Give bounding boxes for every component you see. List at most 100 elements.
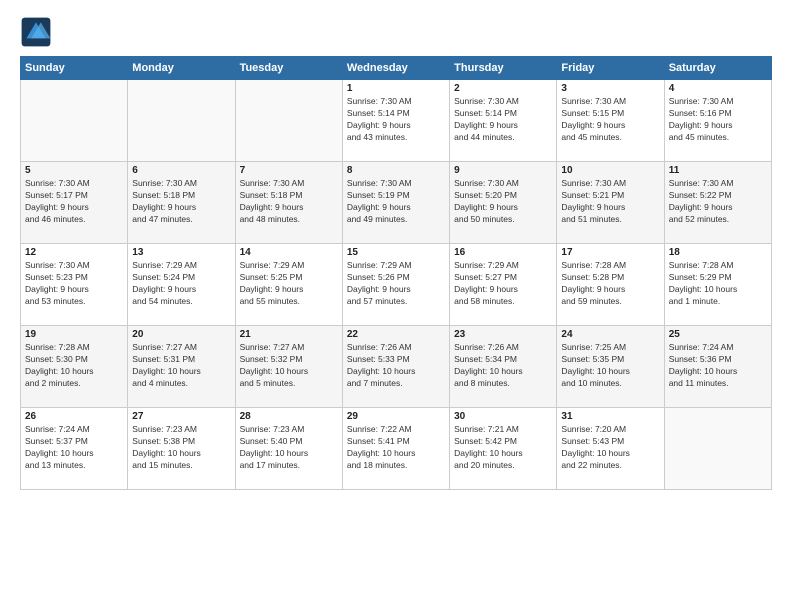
- day-info: Sunrise: 7:30 AM Sunset: 5:14 PM Dayligh…: [454, 96, 552, 144]
- calendar-cell: 16 Sunrise: 7:29 AM Sunset: 5:27 PM Dayli…: [450, 244, 557, 326]
- day-info: Sunrise: 7:23 AM Sunset: 5:40 PM Dayligh…: [240, 424, 338, 472]
- day-number: 31: [561, 411, 659, 422]
- day-number: 20: [132, 329, 230, 340]
- day-info: Sunrise: 7:29 AM Sunset: 5:24 PM Dayligh…: [132, 260, 230, 308]
- calendar-header-tuesday: Tuesday: [235, 57, 342, 80]
- day-number: 9: [454, 165, 552, 176]
- day-info: Sunrise: 7:28 AM Sunset: 5:29 PM Dayligh…: [669, 260, 767, 308]
- calendar-cell: [664, 408, 771, 490]
- day-number: 6: [132, 165, 230, 176]
- day-info: Sunrise: 7:30 AM Sunset: 5:17 PM Dayligh…: [25, 178, 123, 226]
- day-number: 25: [669, 329, 767, 340]
- calendar-cell: 28 Sunrise: 7:23 AM Sunset: 5:40 PM Dayli…: [235, 408, 342, 490]
- calendar-cell: 31 Sunrise: 7:20 AM Sunset: 5:43 PM Dayli…: [557, 408, 664, 490]
- calendar-cell: 27Sunrise: 7:23 AM Sunset: 5:38 PM Dayli…: [128, 408, 235, 490]
- calendar-cell: 6 Sunrise: 7:30 AM Sunset: 5:18 PM Daylig…: [128, 162, 235, 244]
- day-number: 22: [347, 329, 445, 340]
- day-number: 18: [669, 247, 767, 258]
- day-number: 26: [25, 411, 123, 422]
- day-number: 16: [454, 247, 552, 258]
- day-info: Sunrise: 7:27 AM Sunset: 5:31 PM Dayligh…: [132, 342, 230, 390]
- calendar-header-sunday: Sunday: [21, 57, 128, 80]
- calendar-cell: 20 Sunrise: 7:27 AM Sunset: 5:31 PM Dayli…: [128, 326, 235, 408]
- calendar-cell: 18 Sunrise: 7:28 AM Sunset: 5:29 PM Dayli…: [664, 244, 771, 326]
- day-info: Sunrise: 7:30 AM Sunset: 5:22 PM Dayligh…: [669, 178, 767, 226]
- day-info: Sunrise: 7:30 AM Sunset: 5:21 PM Dayligh…: [561, 178, 659, 226]
- day-info: Sunrise: 7:24 AM Sunset: 5:36 PM Dayligh…: [669, 342, 767, 390]
- day-info: Sunrise: 7:26 AM Sunset: 5:34 PM Dayligh…: [454, 342, 552, 390]
- day-info: Sunrise: 7:29 AM Sunset: 5:26 PM Dayligh…: [347, 260, 445, 308]
- page: SundayMondayTuesdayWednesdayThursdayFrid…: [0, 0, 792, 612]
- calendar-header-monday: Monday: [128, 57, 235, 80]
- day-info: Sunrise: 7:24 AM Sunset: 5:37 PM Dayligh…: [25, 424, 123, 472]
- day-info: Sunrise: 7:30 AM Sunset: 5:14 PM Dayligh…: [347, 96, 445, 144]
- day-number: 13: [132, 247, 230, 258]
- calendar-cell: 4Sunrise: 7:30 AM Sunset: 5:16 PM Daylig…: [664, 80, 771, 162]
- calendar-week-4: 19 Sunrise: 7:28 AM Sunset: 5:30 PM Dayli…: [21, 326, 772, 408]
- calendar-cell: 29 Sunrise: 7:22 AM Sunset: 5:41 PM Dayli…: [342, 408, 449, 490]
- day-number: 15: [347, 247, 445, 258]
- calendar-cell: 1 Sunrise: 7:30 AM Sunset: 5:14 PM Daylig…: [342, 80, 449, 162]
- day-info: Sunrise: 7:29 AM Sunset: 5:27 PM Dayligh…: [454, 260, 552, 308]
- day-info: Sunrise: 7:28 AM Sunset: 5:28 PM Dayligh…: [561, 260, 659, 308]
- day-number: 1: [347, 83, 445, 94]
- header: [20, 16, 772, 48]
- calendar-cell: 22Sunrise: 7:26 AM Sunset: 5:33 PM Dayli…: [342, 326, 449, 408]
- day-number: 28: [240, 411, 338, 422]
- day-number: 21: [240, 329, 338, 340]
- calendar-table: SundayMondayTuesdayWednesdayThursdayFrid…: [20, 56, 772, 490]
- calendar-cell: [21, 80, 128, 162]
- calendar-header-saturday: Saturday: [664, 57, 771, 80]
- day-info: Sunrise: 7:30 AM Sunset: 5:23 PM Dayligh…: [25, 260, 123, 308]
- day-number: 12: [25, 247, 123, 258]
- day-number: 2: [454, 83, 552, 94]
- day-number: 8: [347, 165, 445, 176]
- day-number: 17: [561, 247, 659, 258]
- calendar-cell: [128, 80, 235, 162]
- day-info: Sunrise: 7:30 AM Sunset: 5:18 PM Dayligh…: [132, 178, 230, 226]
- calendar-cell: [235, 80, 342, 162]
- calendar-cell: 13 Sunrise: 7:29 AM Sunset: 5:24 PM Dayli…: [128, 244, 235, 326]
- calendar-cell: 14 Sunrise: 7:29 AM Sunset: 5:25 PM Dayli…: [235, 244, 342, 326]
- calendar-cell: 23 Sunrise: 7:26 AM Sunset: 5:34 PM Dayli…: [450, 326, 557, 408]
- day-number: 11: [669, 165, 767, 176]
- calendar-cell: 21 Sunrise: 7:27 AM Sunset: 5:32 PM Dayli…: [235, 326, 342, 408]
- calendar-cell: 7 Sunrise: 7:30 AM Sunset: 5:18 PM Daylig…: [235, 162, 342, 244]
- calendar-cell: 3Sunrise: 7:30 AM Sunset: 5:15 PM Daylig…: [557, 80, 664, 162]
- calendar-cell: 24 Sunrise: 7:25 AM Sunset: 5:35 PM Dayli…: [557, 326, 664, 408]
- calendar-cell: 15 Sunrise: 7:29 AM Sunset: 5:26 PM Dayli…: [342, 244, 449, 326]
- day-info: Sunrise: 7:28 AM Sunset: 5:30 PM Dayligh…: [25, 342, 123, 390]
- day-info: Sunrise: 7:30 AM Sunset: 5:16 PM Dayligh…: [669, 96, 767, 144]
- calendar-cell: 26 Sunrise: 7:24 AM Sunset: 5:37 PM Dayli…: [21, 408, 128, 490]
- calendar-cell: 17 Sunrise: 7:28 AM Sunset: 5:28 PM Dayli…: [557, 244, 664, 326]
- day-number: 14: [240, 247, 338, 258]
- day-number: 7: [240, 165, 338, 176]
- day-info: Sunrise: 7:25 AM Sunset: 5:35 PM Dayligh…: [561, 342, 659, 390]
- calendar-header-friday: Friday: [557, 57, 664, 80]
- day-info: Sunrise: 7:22 AM Sunset: 5:41 PM Dayligh…: [347, 424, 445, 472]
- day-number: 29: [347, 411, 445, 422]
- day-number: 27: [132, 411, 230, 422]
- calendar-cell: 8 Sunrise: 7:30 AM Sunset: 5:19 PM Daylig…: [342, 162, 449, 244]
- calendar-header-row: SundayMondayTuesdayWednesdayThursdayFrid…: [21, 57, 772, 80]
- calendar-cell: 10 Sunrise: 7:30 AM Sunset: 5:21 PM Dayli…: [557, 162, 664, 244]
- day-number: 5: [25, 165, 123, 176]
- day-info: Sunrise: 7:30 AM Sunset: 5:19 PM Dayligh…: [347, 178, 445, 226]
- day-info: Sunrise: 7:27 AM Sunset: 5:32 PM Dayligh…: [240, 342, 338, 390]
- day-info: Sunrise: 7:20 AM Sunset: 5:43 PM Dayligh…: [561, 424, 659, 472]
- calendar-week-2: 5 Sunrise: 7:30 AM Sunset: 5:17 PM Daylig…: [21, 162, 772, 244]
- calendar-week-5: 26 Sunrise: 7:24 AM Sunset: 5:37 PM Dayli…: [21, 408, 772, 490]
- calendar-cell: 11 Sunrise: 7:30 AM Sunset: 5:22 PM Dayli…: [664, 162, 771, 244]
- day-info: Sunrise: 7:29 AM Sunset: 5:25 PM Dayligh…: [240, 260, 338, 308]
- day-info: Sunrise: 7:21 AM Sunset: 5:42 PM Dayligh…: [454, 424, 552, 472]
- calendar-cell: 2 Sunrise: 7:30 AM Sunset: 5:14 PM Daylig…: [450, 80, 557, 162]
- day-number: 10: [561, 165, 659, 176]
- day-number: 24: [561, 329, 659, 340]
- calendar-cell: 9Sunrise: 7:30 AM Sunset: 5:20 PM Daylig…: [450, 162, 557, 244]
- day-number: 19: [25, 329, 123, 340]
- calendar-cell: 5 Sunrise: 7:30 AM Sunset: 5:17 PM Daylig…: [21, 162, 128, 244]
- calendar-week-3: 12 Sunrise: 7:30 AM Sunset: 5:23 PM Dayli…: [21, 244, 772, 326]
- day-info: Sunrise: 7:30 AM Sunset: 5:15 PM Dayligh…: [561, 96, 659, 144]
- day-info: Sunrise: 7:30 AM Sunset: 5:18 PM Dayligh…: [240, 178, 338, 226]
- day-number: 23: [454, 329, 552, 340]
